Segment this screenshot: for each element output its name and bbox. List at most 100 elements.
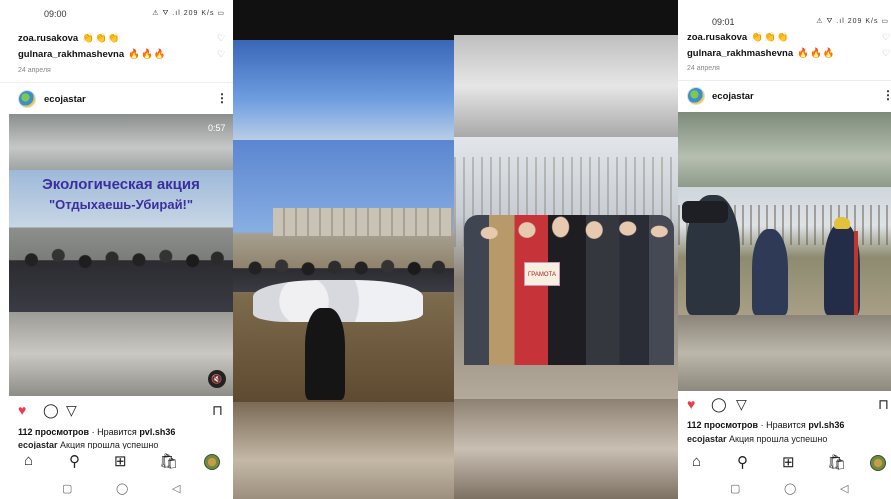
avatar[interactable] [18,90,36,108]
fire-emoji: 🔥🔥🔥 [128,49,167,60]
like-icon[interactable]: ♥ [18,402,26,418]
more-options-icon[interactable]: ⋮ [216,91,228,105]
story-photo-certificate[interactable]: ГРАМОТА [454,0,678,499]
status-bar: 09:00 ⚠ ⛛ .ıl 209 K/s ▭ [0,8,233,22]
mute-icon[interactable]: 🔇 [208,370,226,388]
ground-blur [233,402,454,499]
post-username[interactable]: ecojastar [44,94,86,105]
clap-emoji: 👏👏👏 [751,32,790,43]
photographer-silhouette [305,308,345,400]
video-timer: 0:57 [208,123,226,133]
search-icon[interactable]: ⚲ [69,452,80,470]
image-bottom-blur [678,315,891,391]
interview-photo[interactable] [678,187,891,315]
comment-row[interactable]: gulnara_rakhmashevna 🔥🔥🔥 [687,48,836,59]
group-photo[interactable]: Экологическая акция "Отдыхаешь-Убирай!" [9,170,233,312]
liker-username[interactable]: pvl.sh36 [808,420,844,430]
group-photo[interactable]: ГРАМОТА [454,137,678,399]
system-nav: ▢ ◯ ◁ [0,482,233,496]
comment-like-icon[interactable]: ♡ [882,32,890,43]
shop-icon[interactable]: 🛍 [827,453,846,471]
caption: ecojastar Акция прошла успешно [18,440,158,449]
divider [678,80,891,81]
like-icon[interactable]: ♥ [687,396,695,412]
status-time: 09:01 [712,17,735,27]
system-home-icon[interactable]: ◯ [784,482,796,495]
image-top-blur [678,112,891,187]
likes-line: 112 просмотров · Нравится pvl.sh36 [18,427,175,437]
reporter [752,229,788,315]
post-username[interactable]: ecojastar [712,91,754,102]
comment-username[interactable]: gulnara_rakhmashevna [18,49,124,60]
story-photo-cleanup[interactable] [233,0,454,499]
bottom-nav: ⌂ ⚲ ⊞ 🛍 [0,450,233,476]
cleanup-photo[interactable] [233,140,454,402]
banner-title: Экологическая акция [42,176,200,193]
comment-like-icon[interactable]: ♡ [882,48,890,59]
search-icon[interactable]: ⚲ [737,453,748,471]
post-date: 24 апреля [18,67,51,74]
save-icon[interactable]: ⊓ [212,402,223,419]
caption-username[interactable]: ecojastar [687,434,727,444]
letterbox-top [454,0,678,35]
shop-icon[interactable]: 🛍 [159,452,178,470]
yellow-hat [834,217,850,229]
recents-icon[interactable]: ▢ [730,482,740,495]
video-bottom-blur[interactable] [9,312,233,396]
comment-username[interactable]: zoa.rusakova [18,33,78,44]
likes-line: 112 просмотров · Нравится pvl.sh36 [687,420,844,430]
comment-row[interactable]: zoa.rusakova 👏👏👏 [687,32,790,43]
comment-row[interactable]: gulnara_rakhmashevna 🔥🔥🔥 [18,49,167,60]
clap-emoji: 👏👏👏 [82,33,121,44]
recents-icon[interactable]: ▢ [62,482,72,495]
system-home-icon[interactable]: ◯ [116,482,128,495]
comment-username[interactable]: gulnara_rakhmashevna [687,48,793,59]
status-time: 09:00 [44,9,67,19]
fire-emoji: 🔥🔥🔥 [797,48,836,59]
liker-username[interactable]: pvl.sh36 [139,427,175,437]
caption-username[interactable]: ecojastar [18,440,58,449]
comment-like-icon[interactable]: ♡ [217,49,225,60]
share-icon[interactable]: ▽ [66,402,77,419]
comment-username[interactable]: zoa.rusakova [687,32,747,43]
back-icon[interactable]: ◁ [840,482,848,495]
video-top-blur[interactable] [9,114,233,170]
view-count[interactable]: 112 просмотров [687,420,758,430]
system-nav: ▢ ◯ ◁ [678,482,891,496]
caption-text: Акция прошла успешно [726,434,828,444]
add-post-icon[interactable]: ⊞ [114,452,127,470]
home-icon[interactable]: ⌂ [24,452,33,469]
status-icons: ⚠ ⛛ .ıl 209 K/s ▭ [152,10,225,17]
back-icon[interactable]: ◁ [172,482,180,495]
ground-blur [454,399,678,499]
profile-avatar-icon[interactable] [204,454,220,470]
liked-by-text: · Нравится [758,420,809,430]
profile-avatar-icon[interactable] [870,455,886,471]
crowd-image [9,225,233,312]
caption-text: Акция прошла успешно [57,440,159,449]
divider [0,82,233,83]
save-icon[interactable]: ⊓ [878,396,889,413]
more-options-icon[interactable]: ⋮ [882,88,891,102]
comment-row[interactable]: zoa.rusakova 👏👏👏 [18,33,121,44]
share-icon[interactable]: ▽ [736,396,747,413]
comment-icon[interactable]: ◯ [43,402,59,419]
certificate: ГРАМОТА [524,262,560,286]
view-count[interactable]: 112 просмотров [18,427,89,437]
instagram-screen-right: 09:01 ⚠ ⛛ .ıl 209 K/s ▭ zoa.rusakova 👏👏👏 … [678,0,891,499]
home-icon[interactable]: ⌂ [692,453,701,470]
liked-by-text: · Нравится [89,427,140,437]
status-bar: 09:01 ⚠ ⛛ .ıl 209 K/s ▭ [678,16,891,30]
caption: ecojastar Акция прошла успешно [687,434,827,444]
instagram-screen-left: 09:00 ⚠ ⛛ .ıl 209 K/s ▭ zoa.rusakova 👏👏👏 … [0,0,233,499]
sky-blur [454,35,678,137]
banner-subtitle: "Отдыхаешь-Убирай!" [48,197,194,212]
comment-like-icon[interactable]: ♡ [217,33,225,44]
letterbox-top [233,0,454,40]
comment-icon[interactable]: ◯ [711,396,727,413]
post-date: 24 апреля [687,65,720,72]
people-group [464,215,674,365]
bottom-nav: ⌂ ⚲ ⊞ 🛍 [678,451,891,477]
avatar[interactable] [687,87,705,105]
add-post-icon[interactable]: ⊞ [782,453,795,471]
